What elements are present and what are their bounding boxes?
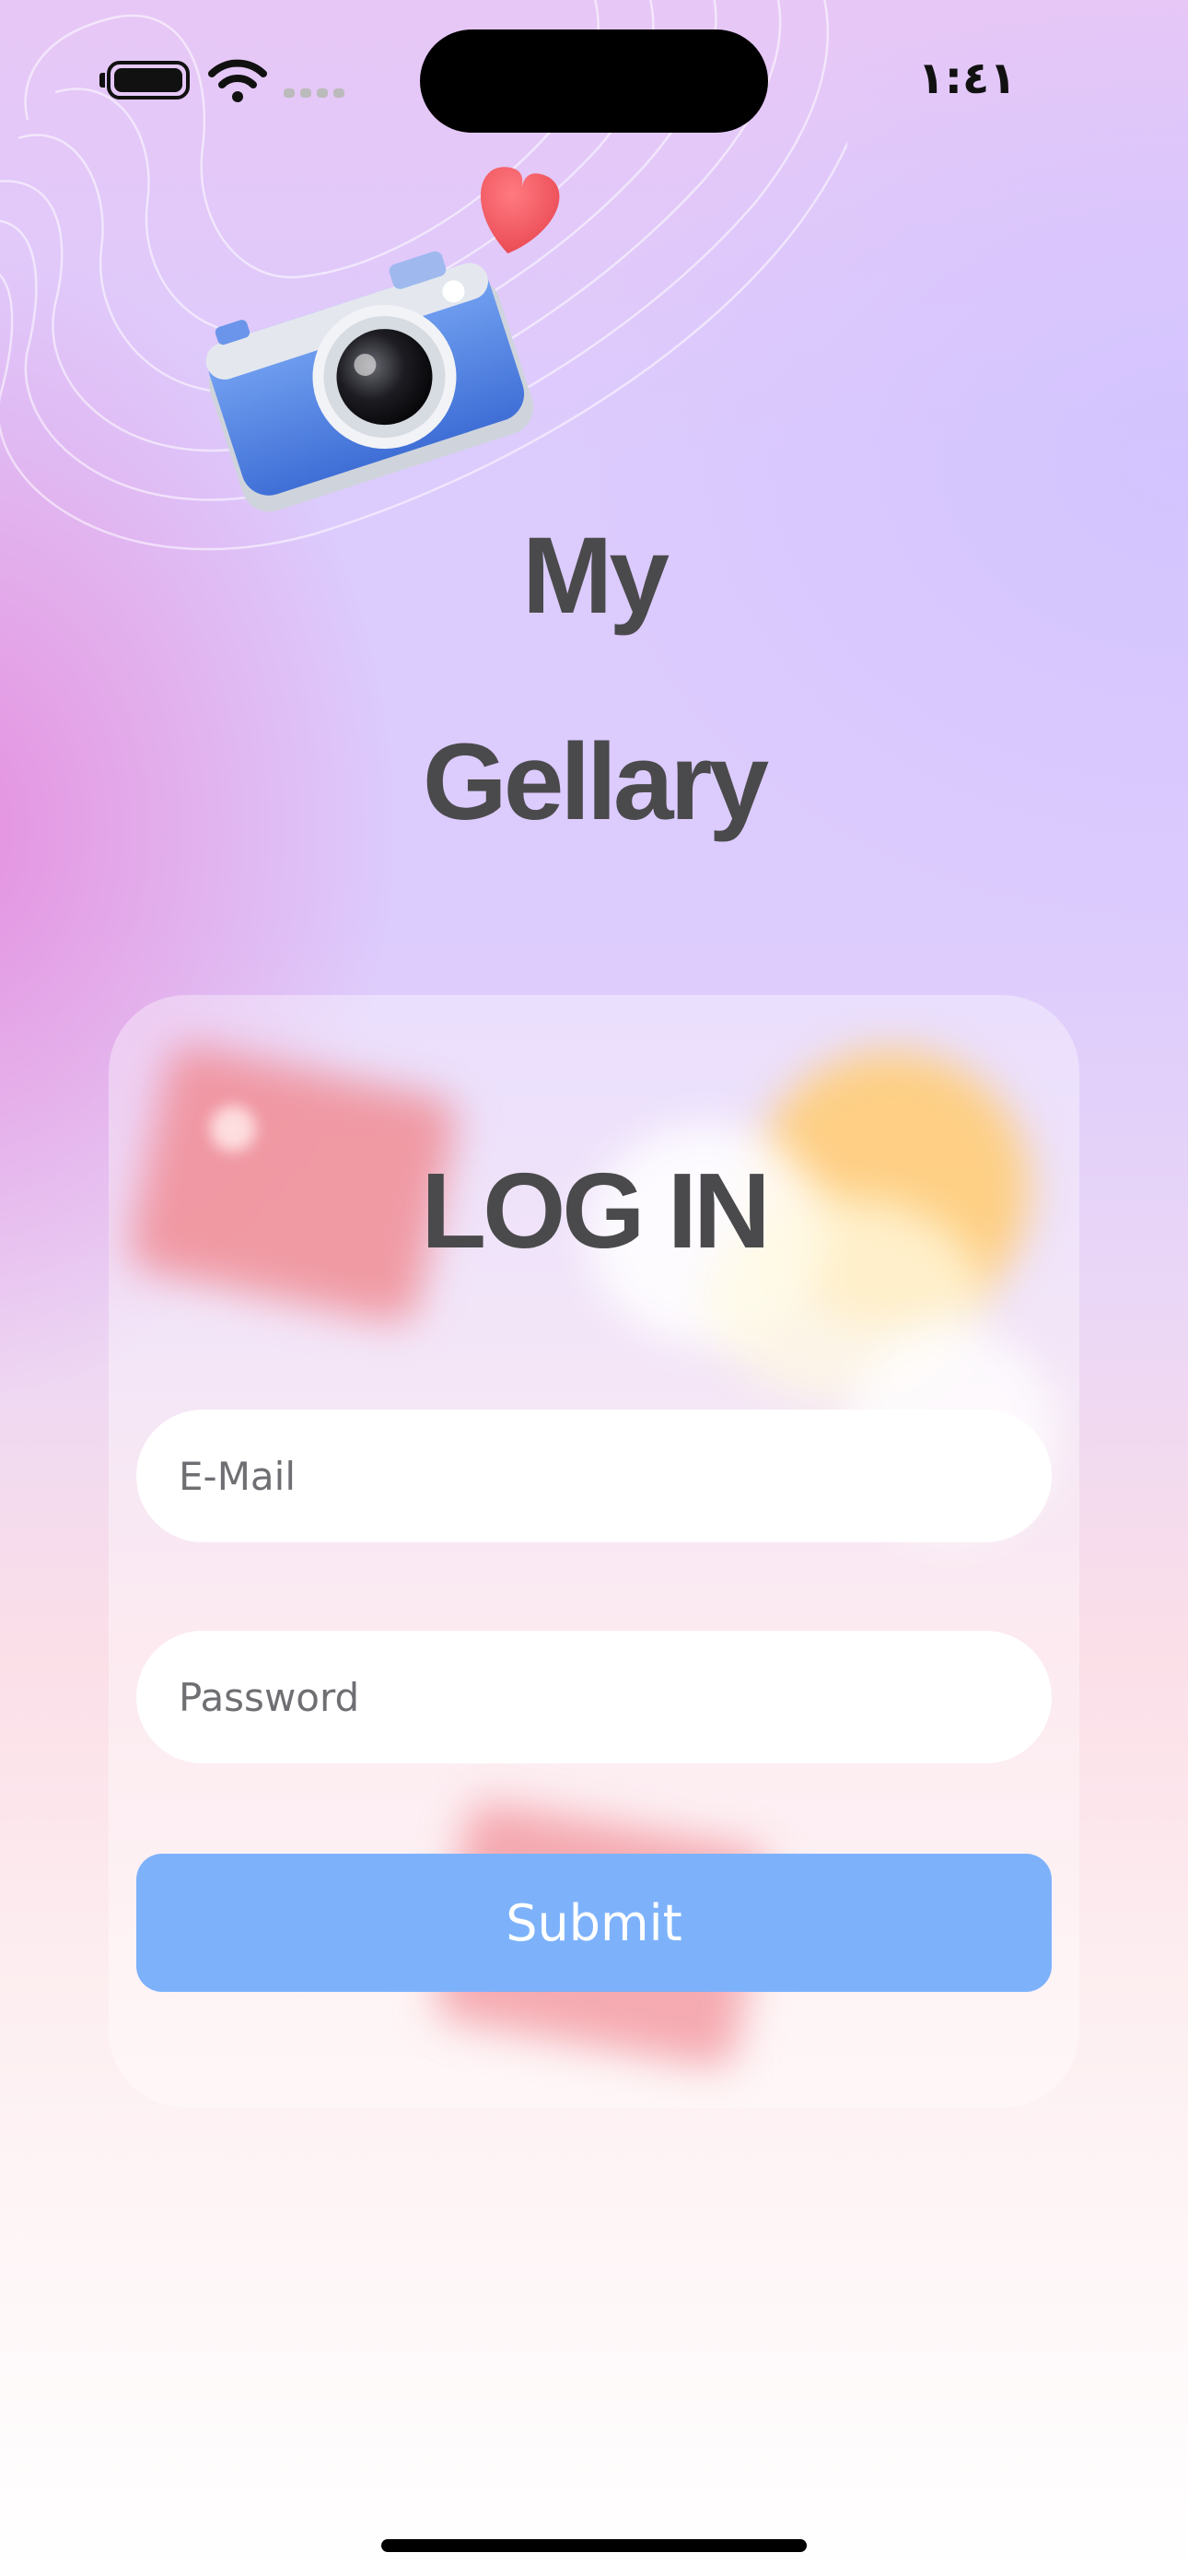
dynamic-island <box>420 29 768 133</box>
app-title-line-1: My <box>522 515 670 637</box>
password-field[interactable] <box>136 1631 1052 1763</box>
signal-icon <box>284 88 344 98</box>
camera-icon <box>205 251 534 512</box>
blurred-photo-dot-decoration <box>210 1106 256 1152</box>
app-title-line-2: Gellary <box>422 721 769 843</box>
status-bar: ١:٤١ <box>0 0 1188 157</box>
status-time: ١:٤١ <box>917 53 1017 104</box>
heart-icon <box>480 167 560 254</box>
submit-button[interactable]: Submit <box>136 1854 1052 1992</box>
battery-icon <box>107 61 190 100</box>
wifi-icon <box>208 59 267 102</box>
email-field[interactable] <box>136 1410 1052 1542</box>
login-card: LOG IN Submit <box>109 995 1079 2108</box>
camera-illustration <box>205 167 560 512</box>
home-indicator[interactable] <box>381 2539 807 2552</box>
login-title: LOG IN <box>421 1151 771 1270</box>
battery-cap <box>99 73 105 88</box>
